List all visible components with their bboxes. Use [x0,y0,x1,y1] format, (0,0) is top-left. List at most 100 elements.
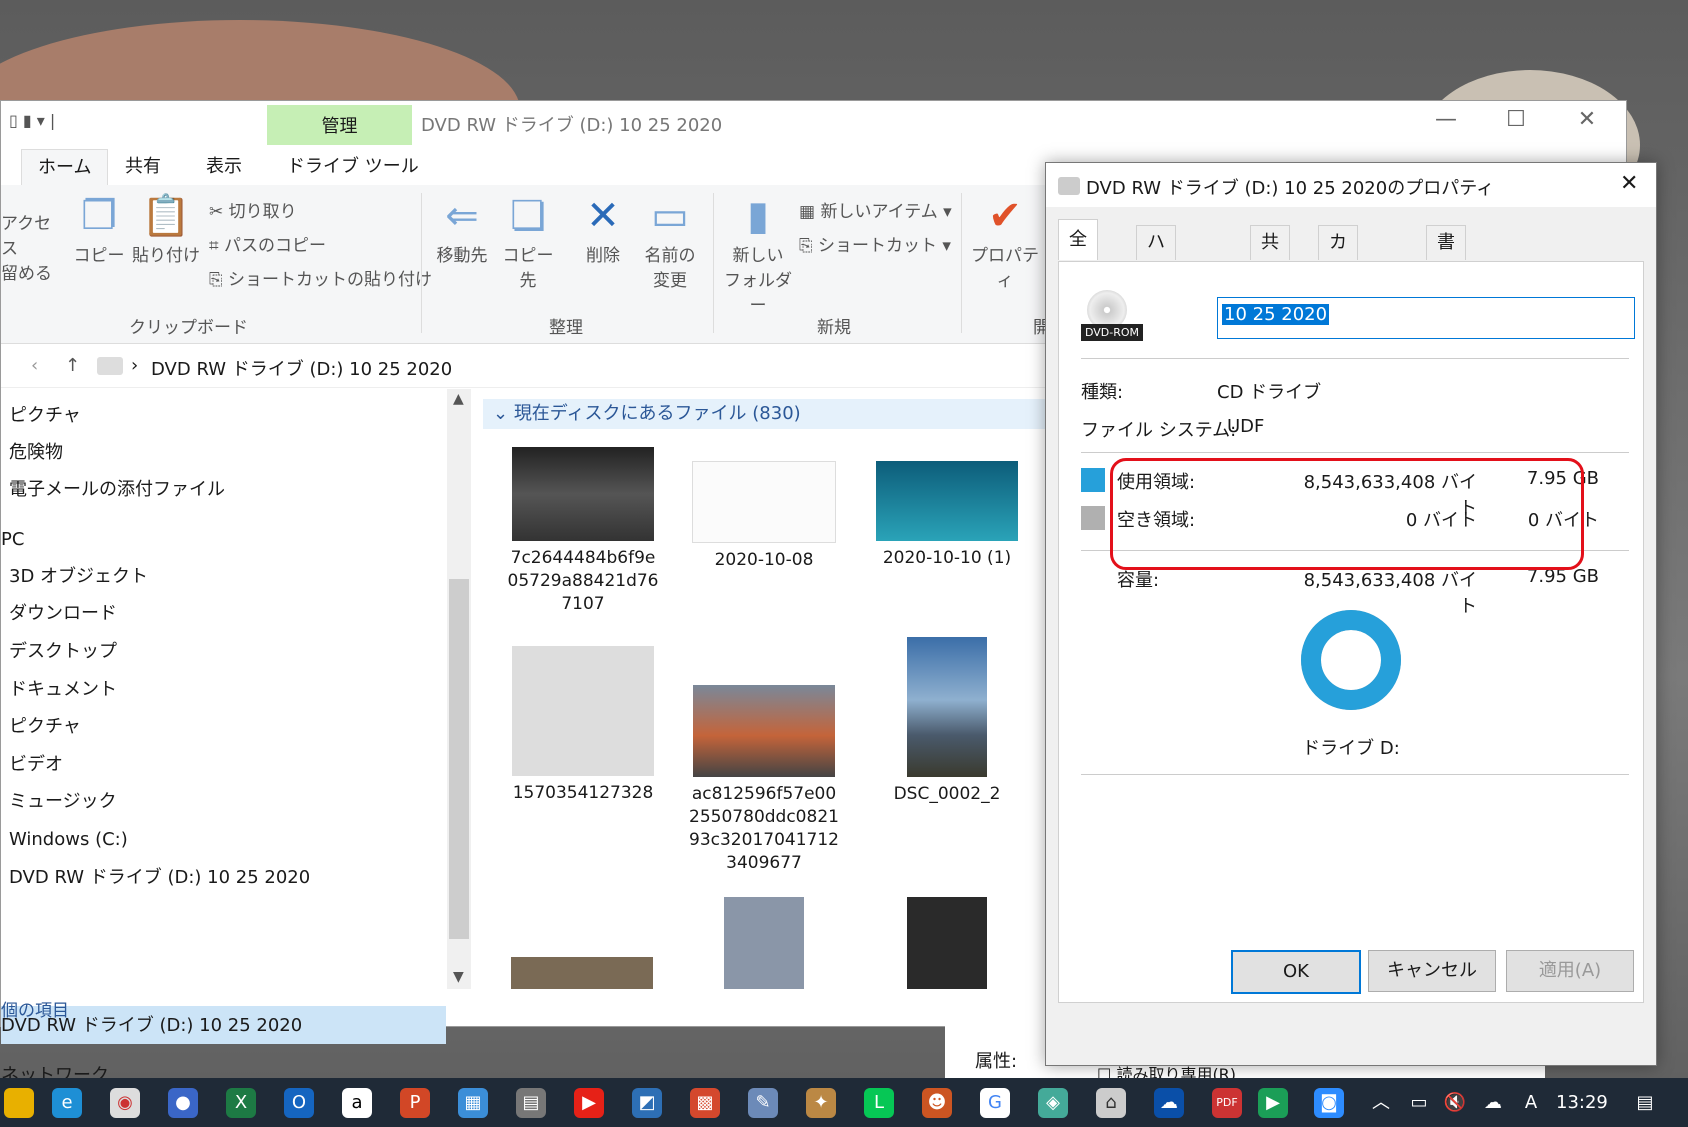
maps-icon[interactable]: ◈ [1038,1088,1068,1118]
back-icon[interactable]: ‹ [31,355,38,376]
app-icon[interactable]: ▦ [458,1088,488,1118]
context-tab-manage[interactable]: 管理 [267,105,412,145]
nav-item-music[interactable]: ミュージック [9,787,117,817]
youtube-icon[interactable]: ▶ [574,1088,604,1118]
paint-icon[interactable]: ✎ [748,1088,778,1118]
address-bar[interactable]: ‹ ↑ › DVD RW ドライブ (D:) 10 25 2020 [1,347,1051,388]
battery-icon[interactable]: ▭ [1404,1088,1434,1118]
app-icon[interactable]: ⌂ [1096,1088,1126,1118]
minimize-icon[interactable]: — [1426,107,1466,132]
file-item[interactable]: 7c2644484b6f9e 05729a88421d76 7107 [503,447,663,616]
app-icon[interactable]: ☻ [922,1088,952,1118]
scroll-up-icon[interactable]: ▲ [453,391,464,407]
ok-button[interactable]: OK [1231,950,1361,994]
powerpoint-icon[interactable]: P [400,1088,430,1118]
file-item[interactable]: DSC_0002_2 [867,637,1027,806]
tab-view[interactable]: 表示 [190,149,258,185]
nav-item-dvd-d[interactable]: DVD RW ドライブ (D:) 10 25 2020 [9,863,310,893]
volume-label-input[interactable]: 10 25 2020 [1217,297,1635,339]
nav-scrollbar[interactable]: ▲ ▼ [447,389,471,989]
move-to-button[interactable]: ⇐ 移動先 [429,191,495,266]
tab-customize[interactable]: カスタマイズ [1318,225,1358,423]
file-explorer-icon[interactable] [4,1088,34,1118]
copy-label: コピー [73,246,125,266]
nav-item-pc[interactable]: PC [1,525,24,555]
play-store-icon[interactable]: ▶ [1258,1088,1288,1118]
scroll-thumb[interactable] [449,579,469,939]
notification-icon[interactable]: ▤ [1630,1088,1660,1118]
tab-drive-tools[interactable]: ドライブ ツール [271,149,435,185]
google-icon[interactable]: G [980,1088,1010,1118]
chrome-icon[interactable]: ◉ [110,1088,140,1118]
file-name: 2020-10-08 [714,550,814,570]
tab-sharing[interactable]: 共有 [1250,225,1290,287]
pin-quick-access-button[interactable]: アクセス 留める [1,209,61,284]
file-item[interactable]: 2020-10-08 [684,447,844,572]
nav-item-pictures-2[interactable]: ピクチャ [9,712,81,742]
ime-indicator[interactable]: A [1516,1088,1546,1118]
app-icon[interactable]: ▩ [690,1088,720,1118]
properties-label: プロパティ [971,246,1039,291]
cut-button[interactable]: ✂ 切り取り [209,197,297,222]
line-icon[interactable]: L [864,1088,894,1118]
edge-icon[interactable]: e [52,1088,82,1118]
tab-share[interactable]: 共有 [109,149,177,185]
copy-button[interactable]: ❐ コピー [71,191,127,266]
cancel-button[interactable]: キャンセル [1368,950,1496,992]
apply-button[interactable]: 適用(A) [1506,950,1634,992]
rename-button[interactable]: ▭ 名前の 変更 [637,191,703,291]
onedrive-icon[interactable]: ☁ [1154,1088,1184,1118]
nav-item-pictures[interactable]: ピクチャ [9,401,81,431]
nav-item-3d-objects[interactable]: 3D オブジェクト [9,562,148,592]
pdf-png-icon[interactable]: PDF [1212,1088,1242,1118]
new-folder-button[interactable]: ▮ 新しい フォルダー [717,191,799,316]
nav-item-desktop[interactable]: デスクトップ [9,637,117,667]
copy-path-button[interactable]: ⌗ パスのコピー [209,231,326,256]
nav-item-hazard[interactable]: 危険物 [9,438,63,468]
tab-general[interactable]: 全般 [1058,219,1098,290]
nav-item-downloads[interactable]: ダウンロード [9,599,117,629]
file-thumbnail [693,685,835,777]
nav-item-windows-c[interactable]: Windows (C:) [9,825,128,855]
nav-item-email-attachments[interactable]: 電子メールの添付ファイル [9,475,225,505]
rename-label-2: 変更 [653,271,687,291]
outlook-icon[interactable]: O [284,1088,314,1118]
zoom-icon[interactable]: ◙ [1314,1088,1344,1118]
copy-to-icon: ❏ [510,193,546,239]
photos-icon[interactable]: ◩ [632,1088,662,1118]
amazon-icon[interactable]: a [342,1088,372,1118]
paste-shortcut-button[interactable]: ⎘ ショートカットの貼り付け [209,265,432,290]
paste-button[interactable]: 📋 貼り付け [129,191,203,266]
people-icon[interactable]: ● [168,1088,198,1118]
scroll-down-icon[interactable]: ▼ [453,969,464,985]
file-item[interactable]: 1570354127328 [503,646,663,805]
copy-to-button[interactable]: ❏ コピー先 [495,191,561,291]
properties-button[interactable]: ✔ プロパティ [965,191,1045,291]
app-icon[interactable]: ▤ [516,1088,546,1118]
delete-button[interactable]: ✕ 削除 [575,191,631,266]
new-item-button[interactable]: ▦ 新しいアイテム ▾ [799,197,952,222]
excel-icon[interactable]: X [226,1088,256,1118]
close-icon[interactable]: ✕ [1567,107,1607,132]
drive-letter-label: ドライブ D: [1302,738,1400,759]
up-arrow-icon[interactable]: ↑ [65,355,80,376]
chevron-up-icon[interactable]: ︿ [1366,1088,1396,1118]
app-icon[interactable]: ✦ [806,1088,836,1118]
nav-item-videos[interactable]: ビデオ [9,750,63,780]
file-item[interactable]: 2020-10-10 (1) [867,447,1027,570]
close-icon[interactable]: ✕ [1620,171,1638,196]
nav-item-documents[interactable]: ドキュメント [9,675,117,705]
shortcut-button[interactable]: ⎘ ショートカット ▾ [799,231,951,256]
maximize-icon[interactable]: ☐ [1496,107,1536,132]
quick-access-toolbar[interactable]: ▯ ▮ ▾ | [9,111,55,130]
tab-recording[interactable]: 書き込み [1426,225,1466,355]
file-item[interactable]: ac812596f57e00 2550780ddc0821 93c3201704… [684,645,844,875]
dvd-icon [1058,177,1080,195]
tab-hardware[interactable]: ハードウェア [1136,225,1176,423]
group-header[interactable]: ⌄ 現在ディスクにあるファイル (830) [483,399,1046,429]
tab-home[interactable]: ホーム [21,149,109,186]
cloud-icon[interactable]: ☁ [1478,1088,1508,1118]
speaker-muted-icon[interactable]: 🔇 [1440,1088,1470,1118]
new-group-label: 新規 [817,318,851,338]
clock-time[interactable]: 13:29 [1556,1092,1608,1113]
